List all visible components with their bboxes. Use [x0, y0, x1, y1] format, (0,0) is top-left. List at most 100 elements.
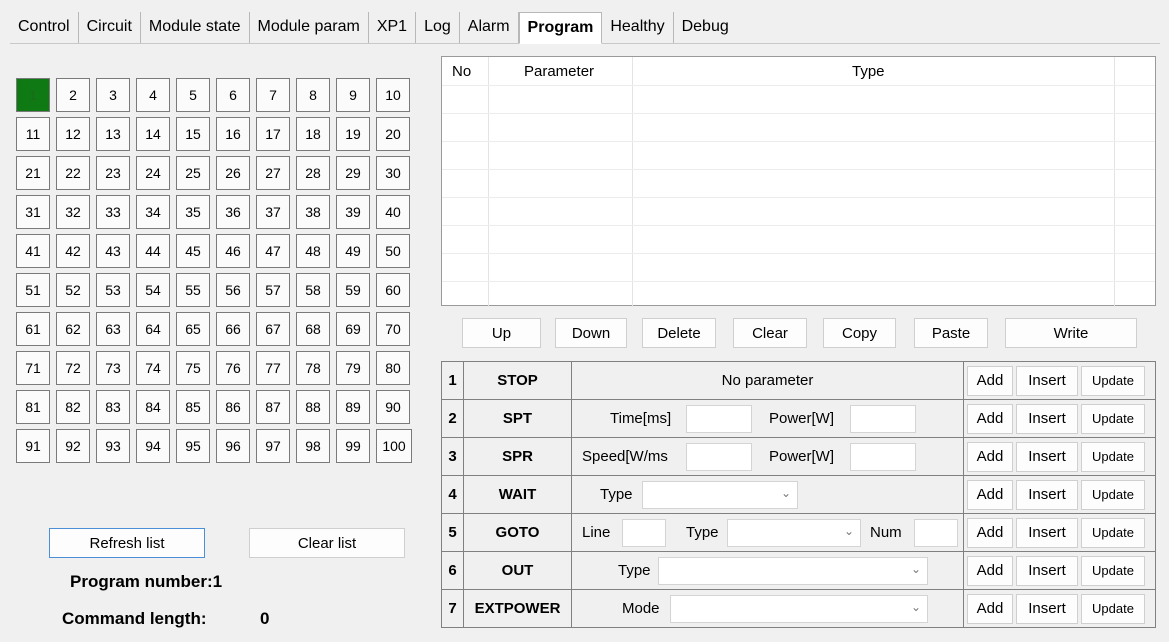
program-cell[interactable]: 54 [136, 273, 170, 307]
program-cell[interactable]: 87 [256, 390, 290, 424]
write-button[interactable]: Write [1005, 318, 1137, 348]
insert-button[interactable]: Insert [1016, 441, 1078, 472]
program-cell[interactable]: 11 [16, 117, 50, 151]
program-cell[interactable]: 4 [136, 78, 170, 112]
program-cell[interactable]: 17 [256, 117, 290, 151]
program-cell[interactable]: 92 [56, 429, 90, 463]
add-button[interactable]: Add [967, 479, 1013, 510]
program-cell[interactable]: 76 [216, 351, 250, 385]
program-cell[interactable]: 12 [56, 117, 90, 151]
line-input[interactable] [622, 519, 666, 547]
program-cell[interactable]: 79 [336, 351, 370, 385]
wait-type-select[interactable]: ⌄ [642, 481, 798, 509]
program-cell[interactable]: 47 [256, 234, 290, 268]
add-button[interactable]: Add [967, 365, 1013, 396]
update-button[interactable]: Update [1081, 555, 1145, 586]
program-cell[interactable]: 15 [176, 117, 210, 151]
program-cell[interactable]: 8 [296, 78, 330, 112]
down-button[interactable]: Down [555, 318, 627, 348]
program-cell[interactable]: 44 [136, 234, 170, 268]
program-cell[interactable]: 57 [256, 273, 290, 307]
program-cell[interactable]: 95 [176, 429, 210, 463]
program-cell[interactable]: 38 [296, 195, 330, 229]
add-button[interactable]: Add [967, 403, 1013, 434]
update-button[interactable]: Update [1081, 479, 1145, 510]
program-cell[interactable]: 43 [96, 234, 130, 268]
goto-type-select[interactable]: ⌄ [727, 519, 861, 547]
program-cell[interactable]: 34 [136, 195, 170, 229]
program-cell[interactable]: 66 [216, 312, 250, 346]
update-button[interactable]: Update [1081, 365, 1145, 396]
program-cell[interactable]: 22 [56, 156, 90, 190]
refresh-list-button[interactable]: Refresh list [49, 528, 205, 558]
program-cell[interactable]: 13 [96, 117, 130, 151]
time-input[interactable] [686, 405, 752, 433]
program-cell[interactable]: 20 [376, 117, 410, 151]
tab-log[interactable]: Log [416, 12, 460, 43]
power-input[interactable] [850, 405, 916, 433]
program-cell[interactable]: 35 [176, 195, 210, 229]
tab-debug[interactable]: Debug [674, 12, 737, 43]
program-cell[interactable]: 7 [256, 78, 290, 112]
extpower-mode-select[interactable]: ⌄ [670, 595, 928, 623]
clear-button[interactable]: Clear [733, 318, 807, 348]
program-cell[interactable]: 70 [376, 312, 410, 346]
program-cell[interactable]: 85 [176, 390, 210, 424]
program-cell[interactable]: 50 [376, 234, 410, 268]
program-cell[interactable]: 37 [256, 195, 290, 229]
program-cell[interactable]: 55 [176, 273, 210, 307]
program-cell[interactable]: 73 [96, 351, 130, 385]
tab-alarm[interactable]: Alarm [460, 12, 519, 43]
program-cell[interactable]: 16 [216, 117, 250, 151]
up-button[interactable]: Up [462, 318, 541, 348]
program-cell[interactable]: 61 [16, 312, 50, 346]
program-cell[interactable]: 81 [16, 390, 50, 424]
tab-circuit[interactable]: Circuit [79, 12, 141, 43]
program-cell[interactable]: 65 [176, 312, 210, 346]
program-cell[interactable]: 91 [16, 429, 50, 463]
program-cell[interactable]: 30 [376, 156, 410, 190]
program-cell[interactable]: 94 [136, 429, 170, 463]
program-cell[interactable]: 19 [336, 117, 370, 151]
program-cell[interactable]: 82 [56, 390, 90, 424]
program-cell[interactable]: 84 [136, 390, 170, 424]
program-cell[interactable]: 45 [176, 234, 210, 268]
add-button[interactable]: Add [967, 555, 1013, 586]
insert-button[interactable]: Insert [1016, 555, 1078, 586]
program-cell[interactable]: 88 [296, 390, 330, 424]
update-button[interactable]: Update [1081, 403, 1145, 434]
tab-control[interactable]: Control [10, 12, 79, 43]
program-cell[interactable]: 41 [16, 234, 50, 268]
program-cell[interactable]: 96 [216, 429, 250, 463]
program-cell[interactable]: 42 [56, 234, 90, 268]
program-cell[interactable]: 67 [256, 312, 290, 346]
copy-button[interactable]: Copy [823, 318, 896, 348]
program-cell[interactable]: 52 [56, 273, 90, 307]
program-cell[interactable]: 25 [176, 156, 210, 190]
program-cell[interactable]: 32 [56, 195, 90, 229]
program-cell[interactable]: 59 [336, 273, 370, 307]
program-cell[interactable]: 98 [296, 429, 330, 463]
program-cell[interactable]: 29 [336, 156, 370, 190]
program-cell[interactable]: 78 [296, 351, 330, 385]
speed-input[interactable] [686, 443, 752, 471]
program-cell[interactable]: 74 [136, 351, 170, 385]
program-cell[interactable]: 21 [16, 156, 50, 190]
clear-list-button[interactable]: Clear list [249, 528, 405, 558]
program-cell[interactable]: 28 [296, 156, 330, 190]
tab-xp1[interactable]: XP1 [369, 12, 417, 43]
program-cell[interactable]: 18 [296, 117, 330, 151]
program-cell[interactable]: 75 [176, 351, 210, 385]
paste-button[interactable]: Paste [914, 318, 988, 348]
program-cell[interactable]: 23 [96, 156, 130, 190]
insert-button[interactable]: Insert [1016, 479, 1078, 510]
delete-button[interactable]: Delete [642, 318, 716, 348]
program-cell[interactable]: 2 [56, 78, 90, 112]
program-cell[interactable]: 100 [376, 429, 412, 463]
tab-module-param[interactable]: Module param [250, 12, 369, 43]
program-cell[interactable]: 99 [336, 429, 370, 463]
program-cell[interactable]: 69 [336, 312, 370, 346]
program-cell[interactable]: 6 [216, 78, 250, 112]
update-button[interactable]: Update [1081, 441, 1145, 472]
program-cell[interactable]: 36 [216, 195, 250, 229]
